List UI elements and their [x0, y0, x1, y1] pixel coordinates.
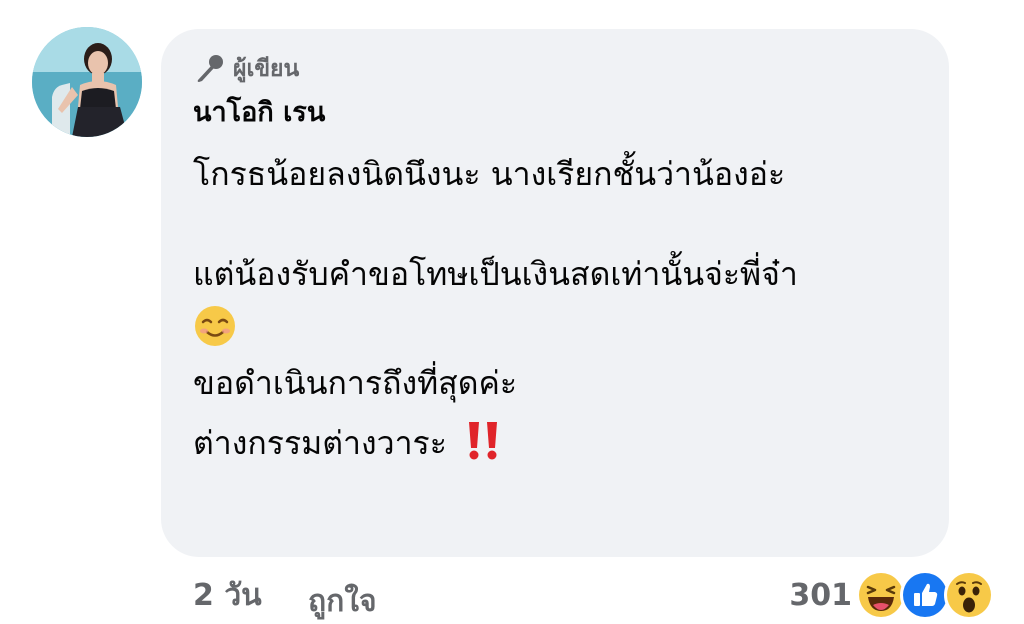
comment-line-3: ขอดำเนินการถึงที่สุดค่ะ: [193, 364, 518, 402]
comment-bubble: ผู้เขียน นาโอกิ เรน โกรธน้อยลงนิดนึงนะ น…: [161, 29, 949, 557]
author-name[interactable]: นาโอกิ เรน: [193, 95, 915, 131]
avatar-image: [32, 27, 142, 137]
comment-text: โกรธน้อยลงนิดนึงนะ นางเรียกชั้นว่าน้องอ่…: [193, 151, 915, 466]
comment-line-2: แต่น้องรับคำขอโทษเป็นเงินสดเท่านั้นจ่ะพี…: [193, 255, 798, 293]
haha-icon: [856, 570, 906, 620]
wow-icon: [944, 570, 994, 620]
double-exclamation-emoji: [461, 418, 505, 462]
comment-line-4: ต่างกรรมต่างวาระ: [193, 424, 458, 462]
comment-timestamp[interactable]: 2 วัน: [193, 572, 262, 619]
reaction-summary[interactable]: 301: [789, 570, 994, 620]
relieved-smile-emoji: [193, 304, 237, 348]
comment-line-1: โกรธน้อยลงนิดนึงนะ นางเรียกชั้นว่าน้องอ่…: [193, 155, 786, 193]
comment-emoji-line: [193, 301, 915, 348]
reaction-count[interactable]: 301: [789, 578, 852, 613]
like-icon: [900, 570, 950, 620]
like-button[interactable]: ถูกใจ: [308, 578, 377, 624]
author-badge: ผู้เขียน: [193, 51, 915, 87]
microphone-icon: [193, 53, 225, 85]
author-badge-label: ผู้เขียน: [233, 56, 300, 82]
comment-view: ผู้เขียน นาโอกิ เรน โกรธน้อยลงนิดนึงนะ น…: [0, 0, 1024, 624]
comment-line-4-wrap: ต่างกรรมต่างวาระ: [193, 418, 915, 466]
avatar[interactable]: [32, 27, 142, 137]
